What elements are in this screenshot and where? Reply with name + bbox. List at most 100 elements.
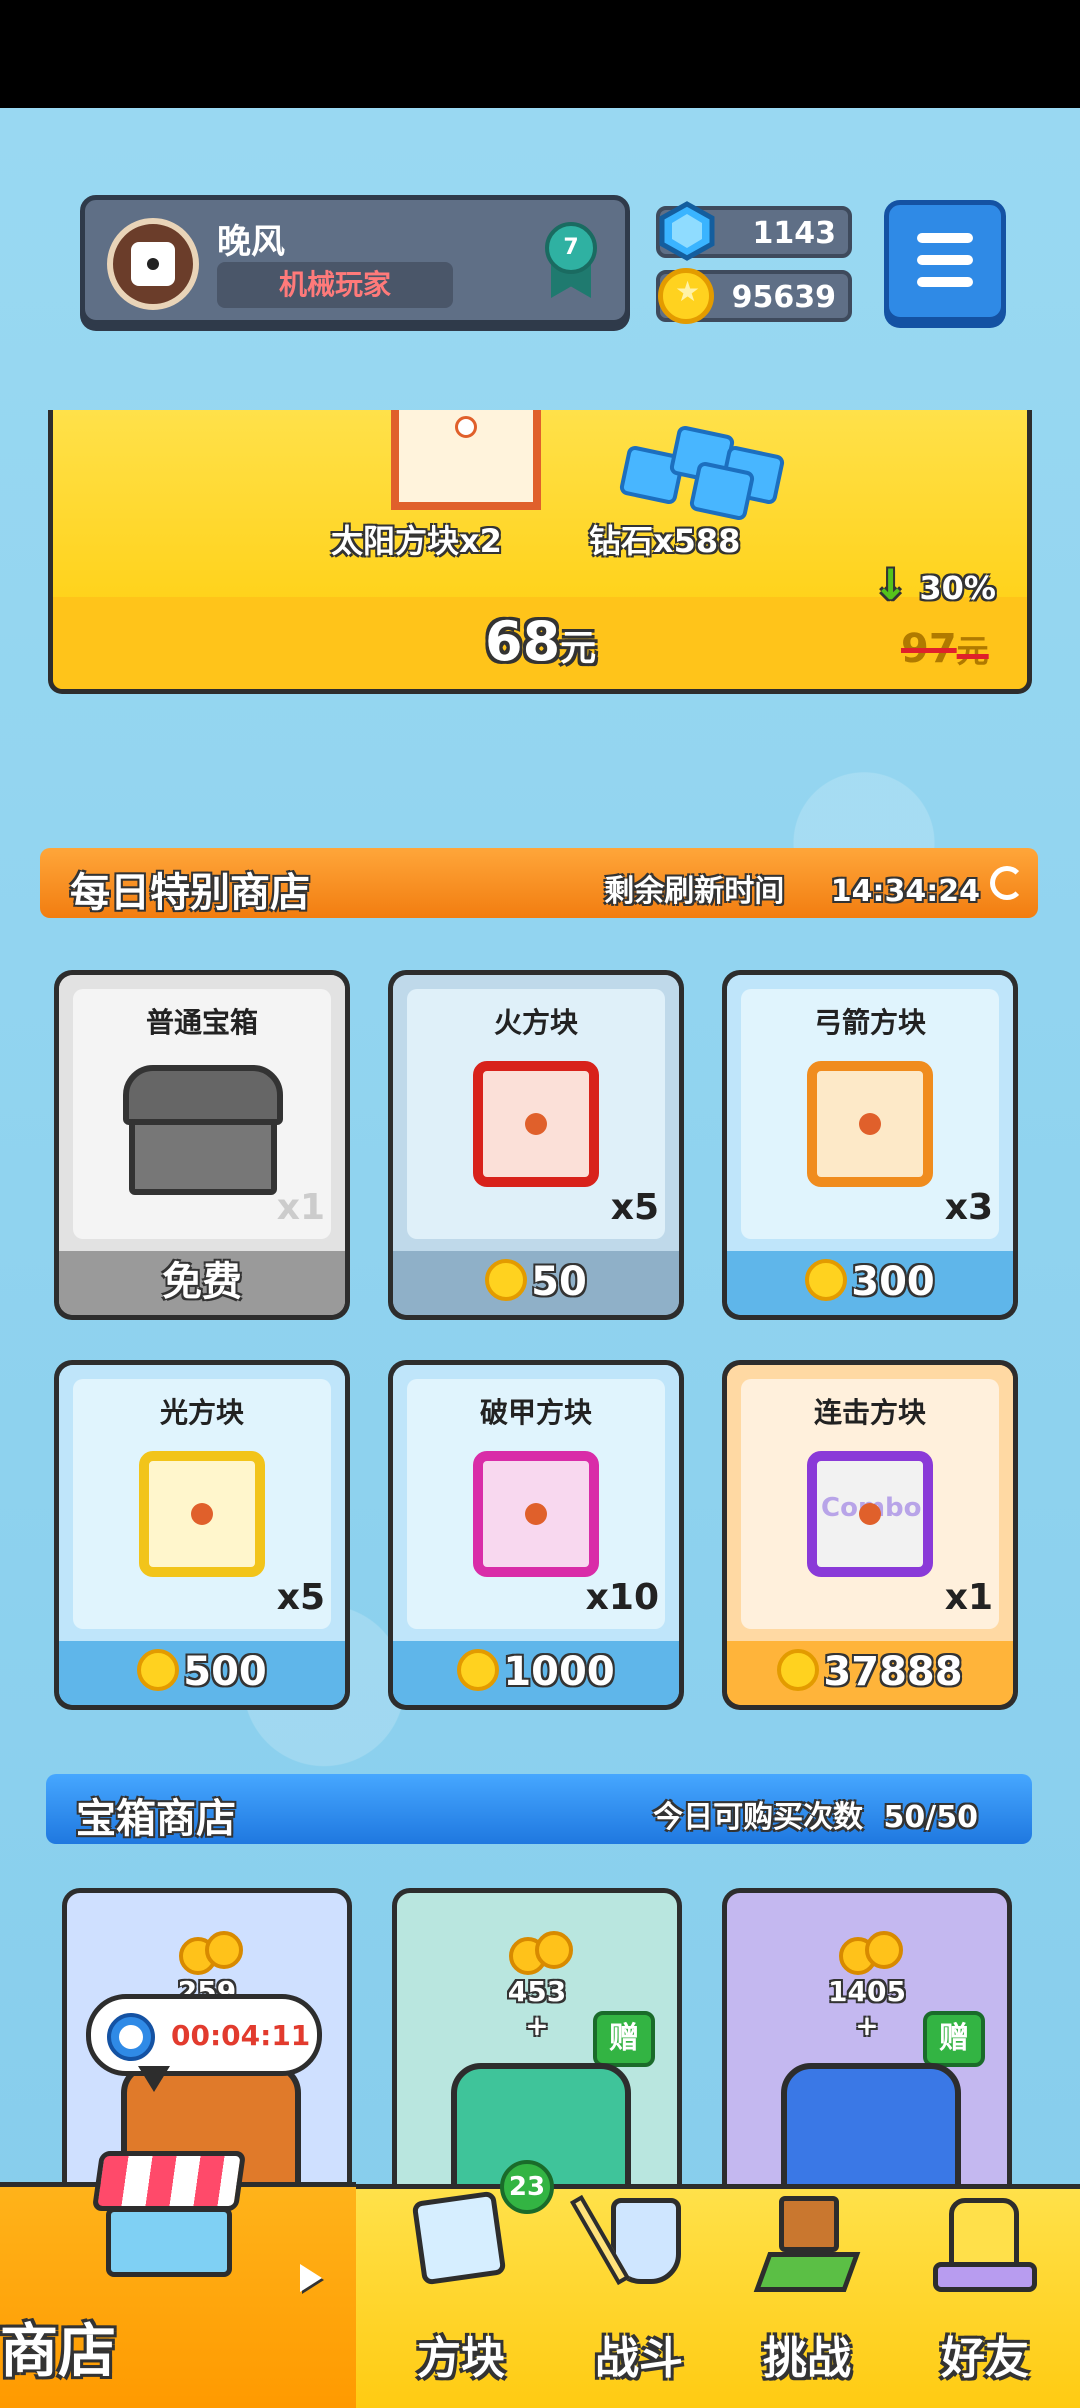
coin-pile-icon [839, 1931, 909, 1975]
shop-card-arrow-block[interactable]: 弓箭方块 x3 300 [722, 970, 1018, 1320]
chest-coin-count: 453 [507, 1975, 567, 2008]
item-qty: x1 [944, 1577, 993, 1618]
shop-card-combo-block[interactable]: 连击方块 Combo x1 37888 [722, 1360, 1018, 1710]
daily-shop-title: 每日特别商店 [70, 870, 310, 916]
chest-icon [123, 1065, 283, 1195]
bundle-item-diamonds: 钻石x588 [589, 522, 741, 560]
chest-timer-bubble: 00:04:11 [86, 1994, 322, 2076]
item-qty: x3 [944, 1187, 993, 1228]
avatar[interactable] [107, 218, 199, 310]
shop-icon [91, 2151, 247, 2281]
item-price: 37888 [823, 1649, 963, 1695]
down-arrow-icon: ↓ [873, 560, 909, 609]
item-price: 免费 [59, 1251, 345, 1315]
light-block-icon [139, 1451, 265, 1577]
refresh-icon[interactable] [990, 866, 1024, 900]
player-title: 机械玩家 [217, 262, 453, 308]
item-name: 破甲方块 [479, 1396, 592, 1429]
item-qty: x1 [276, 1187, 325, 1228]
arrow-block-icon [807, 1061, 933, 1187]
item-price: 500 [183, 1649, 267, 1695]
daily-shop-header: 每日特别商店 剩余刷新时间 14:34:24 [40, 848, 1038, 918]
hamburger-icon [917, 233, 973, 243]
nav-blocks-tab[interactable]: 方块 [376, 2184, 546, 2408]
combo-block-text: Combo [821, 1493, 922, 1523]
coin-icon [137, 1649, 180, 1691]
nav-battle-tab[interactable]: 战斗 [554, 2184, 724, 2408]
menu-button[interactable] [884, 200, 1006, 322]
coin-icon [777, 1649, 820, 1691]
discount-value: 30% [919, 569, 996, 607]
status-bar [0, 0, 1080, 108]
purchase-limit: 今日可购买次数 50/50 [653, 1792, 978, 1836]
nav-challenge-label: 挑战 [763, 2333, 851, 2384]
rank-level: 7 [545, 222, 597, 274]
stopwatch-icon [107, 2013, 155, 2061]
item-qty: x10 [585, 1577, 659, 1618]
gem-count: 1143 [752, 216, 837, 251]
refresh-time: 14:34:24 [830, 874, 980, 909]
gem-balance[interactable]: 1143 [656, 201, 852, 261]
fire-block-icon [473, 1061, 599, 1187]
nav-friends-tab[interactable]: 好友 [900, 2184, 1070, 2408]
diamond-pile-icon [613, 420, 793, 522]
bundle-price[interactable]: 68元 [485, 610, 596, 673]
coin-pile-icon [509, 1931, 579, 1975]
chest-coin-count: 1405 [828, 1975, 906, 2008]
item-name: 普通宝箱 [145, 1006, 258, 1039]
refresh-label: 剩余刷新时间 [604, 874, 785, 909]
coin-icon [658, 268, 714, 324]
bundle-item-sun-block: 太阳方块x2 [331, 522, 502, 560]
nav-shop-label: 商店 [0, 2317, 117, 2385]
rank-badge[interactable]: 7 [545, 222, 597, 300]
item-name: 火方块 [493, 1006, 578, 1039]
dice-icon [131, 242, 175, 286]
shop-card-armor-break-block[interactable]: 破甲方块 x10 1000 [388, 1360, 684, 1710]
chest-shop-header: 宝箱商店 今日可购买次数 50/50 [46, 1774, 1032, 1844]
nav-blocks-label: 方块 [417, 2333, 505, 2384]
coin-balance[interactable]: 95639 [656, 268, 852, 324]
hamburger-icon-line [917, 255, 973, 265]
coin-pile-icon [179, 1931, 249, 1975]
item-name: 光方块 [159, 1396, 244, 1429]
item-price-row: 37888 [727, 1641, 1013, 1705]
gift-badge: 赠 [923, 2011, 985, 2067]
blocks-notification-badge: 23 [500, 2160, 554, 2214]
refresh-timer: 剩余刷新时间 14:34:24 [604, 866, 980, 910]
shop-card-common-chest[interactable]: 普通宝箱 x1 免费 [54, 970, 350, 1320]
original-price: 97元 [901, 626, 989, 672]
discount-badge: ↓ 30% [873, 560, 996, 609]
nav-challenge-tab[interactable]: 挑战 [722, 2184, 892, 2408]
original-price-unit: 元 [956, 632, 989, 670]
coin-icon [805, 1259, 848, 1301]
coin-count: 95639 [731, 280, 836, 315]
item-price-row: 1000 [393, 1641, 679, 1705]
sword-shield-icon [569, 2192, 697, 2302]
gift-badge: 赠 [593, 2011, 655, 2067]
item-price: 300 [851, 1259, 935, 1305]
player-name: 晚风 [217, 222, 285, 262]
item-price: 50 [531, 1259, 587, 1305]
purchases-label: 今日可购买次数 [653, 1800, 864, 1835]
play-icon [300, 2264, 322, 2292]
chest-shop-title: 宝箱商店 [76, 1796, 236, 1842]
nav-shop-tab[interactable]: 商店 [0, 2151, 356, 2408]
shop-card-light-block[interactable]: 光方块 x5 500 [54, 1360, 350, 1710]
mystery-block-icon [403, 2190, 519, 2302]
sun-block-icon [343, 410, 561, 514]
coin-icon [485, 1259, 528, 1301]
bundle-price-value: 68 [485, 610, 561, 673]
combo-block-icon: Combo [807, 1451, 933, 1577]
hamburger-icon-line [917, 277, 973, 287]
gem-icon [659, 201, 715, 261]
item-name: 弓箭方块 [813, 1006, 926, 1039]
player-profile[interactable]: 晚风 机械玩家 7 [80, 195, 630, 325]
purchases-value: 50/50 [883, 1800, 978, 1835]
original-price-value: 97 [901, 626, 957, 672]
item-price-row: 500 [59, 1641, 345, 1705]
item-price-row: 50 [393, 1251, 679, 1315]
friend-character-icon [927, 2192, 1043, 2302]
shop-card-fire-block[interactable]: 火方块 x5 50 [388, 970, 684, 1320]
bundle-banner[interactable]: 太阳方块x2 钻石x588 68元 ↓ 30% 97元 [48, 410, 1032, 694]
item-price: 1000 [503, 1649, 615, 1695]
